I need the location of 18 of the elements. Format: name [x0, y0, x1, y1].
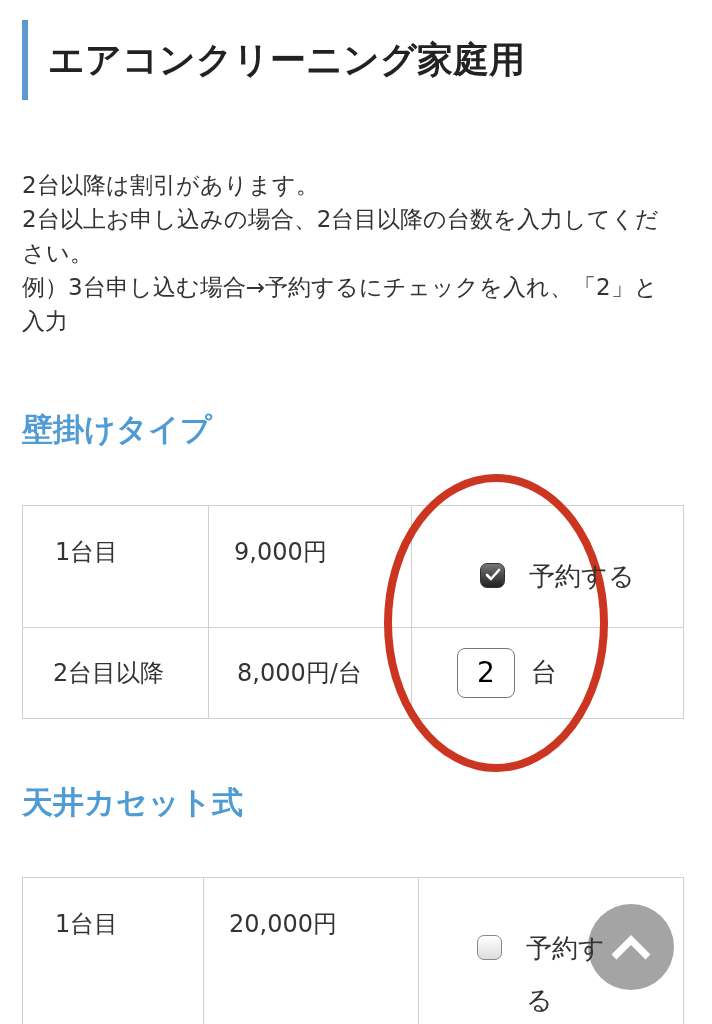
table-cell-text: 2台目以降 [52, 657, 166, 689]
checkbox[interactable] [480, 562, 505, 588]
table-cell: 20,000円 [203, 878, 418, 1024]
unit-label: 台 [531, 656, 557, 689]
table-cell-text: 1台目 [54, 536, 120, 568]
section-heading: 天井カセット式 [22, 782, 244, 822]
chevron-up-icon [609, 933, 653, 961]
table-cell-text: 1台目 [54, 909, 120, 940]
checkmark-icon [484, 568, 501, 582]
quantity-field[interactable]: 2 [457, 647, 515, 698]
intro-text: 例）3台申し込む場合→予約するにチェックを入れ、「2」と入力 [22, 273, 659, 336]
table-cell: 9,000円 [208, 505, 411, 627]
section-heading: 壁掛けタイプ [22, 410, 214, 449]
intro-text: 2台以上お申し込みの場合、2台目以降の台数を入力してください。 [22, 205, 661, 268]
page-title: エアコンクリーニング家庭用 [48, 38, 525, 82]
table-cell: 8,000円/台 [208, 627, 411, 718]
intro-text: 2台以降は割引があります。 [22, 171, 320, 200]
checkbox[interactable] [477, 935, 502, 960]
